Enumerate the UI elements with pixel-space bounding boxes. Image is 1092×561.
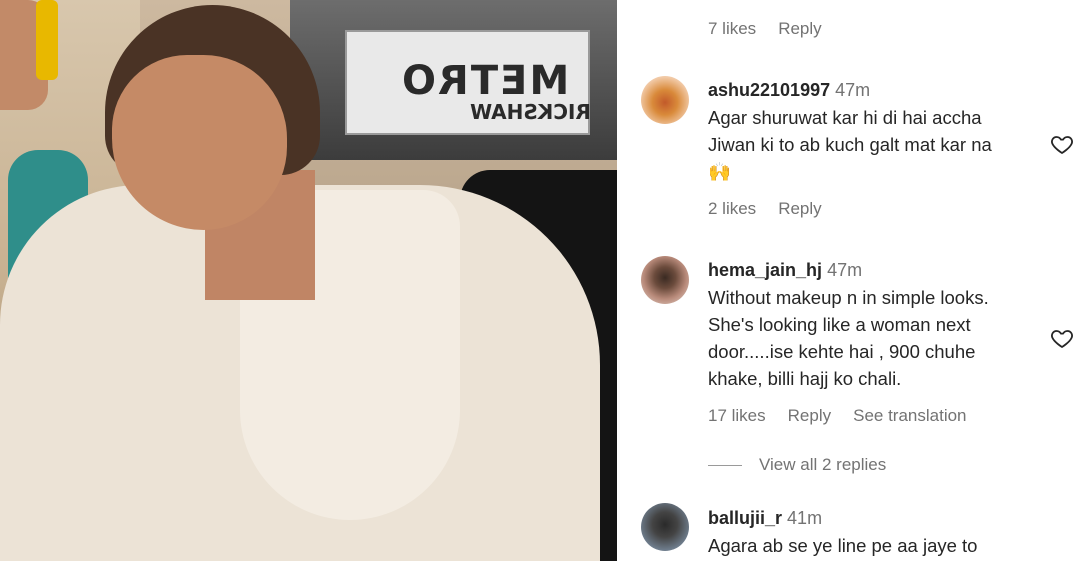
timestamp[interactable]: 41m <box>787 508 822 528</box>
username[interactable]: ballujii_r <box>708 508 782 528</box>
reply-button[interactable]: Reply <box>778 19 821 39</box>
reply-button[interactable]: Reply <box>778 199 821 219</box>
comment-meta: 2 likes Reply <box>708 199 822 219</box>
username[interactable]: hema_jain_hj <box>708 260 822 280</box>
avatar[interactable] <box>641 76 689 124</box>
sign-main-text: METRO <box>400 58 570 104</box>
comment-line: Jiwan ki to ab kuch galt mat kar na <box>708 134 992 155</box>
comment-text: Agar shuruwat kar hi di hai accha Jiwan … <box>708 104 1043 185</box>
yellow-pole <box>36 0 58 80</box>
comment-text: Without makeup n in simple looks. She's … <box>708 284 1043 392</box>
avatar[interactable] <box>641 503 689 551</box>
comment-line: Agara ab se ye line pe aa jaye to <box>708 535 978 556</box>
replies-divider <box>708 464 742 466</box>
view-replies-label[interactable]: View all 2 replies <box>759 455 886 475</box>
comment-line: Without makeup n in simple looks. <box>708 287 989 308</box>
see-translation-button[interactable]: See translation <box>853 406 966 426</box>
reply-button[interactable]: Reply <box>788 406 831 426</box>
comment-line: khake, billi hajj ko chali. <box>708 368 902 389</box>
comment-header: ballujii_r 41m <box>708 508 822 529</box>
heart-outline-icon[interactable] <box>1049 132 1075 156</box>
comment-header: ashu22101997 47m <box>708 80 870 101</box>
avatar[interactable] <box>641 256 689 304</box>
comment-line: She's looking like a woman next <box>708 314 971 335</box>
likes-count[interactable]: 17 likes <box>708 406 766 426</box>
view-replies-button[interactable]: View all 2 replies <box>708 455 886 475</box>
username[interactable]: ashu22101997 <box>708 80 830 100</box>
comment-meta: 17 likes Reply See translation <box>708 406 967 426</box>
post-photo[interactable]: METRO RICKSHAW <box>0 0 617 561</box>
comment-line: 🙌 <box>708 161 732 182</box>
comment-line: door.....ise kehte hai , 900 chuhe <box>708 341 976 362</box>
heart-outline-icon[interactable] <box>1049 326 1075 350</box>
comments-panel[interactable]: 7 likes Reply ashu22101997 47m Agar shur… <box>617 0 1092 561</box>
previous-comment-meta: 7 likes Reply <box>708 19 822 39</box>
comment-line: Agar shuruwat kar hi di hai accha <box>708 107 982 128</box>
timestamp[interactable]: 47m <box>835 80 870 100</box>
sign-sub-text: RICKSHAW <box>470 100 591 124</box>
timestamp[interactable]: 47m <box>827 260 862 280</box>
likes-count[interactable]: 7 likes <box>708 19 756 39</box>
comment-text: Agara ab se ye line pe aa jaye to <box>708 532 1043 559</box>
comment-header: hema_jain_hj 47m <box>708 260 862 281</box>
likes-count[interactable]: 2 likes <box>708 199 756 219</box>
